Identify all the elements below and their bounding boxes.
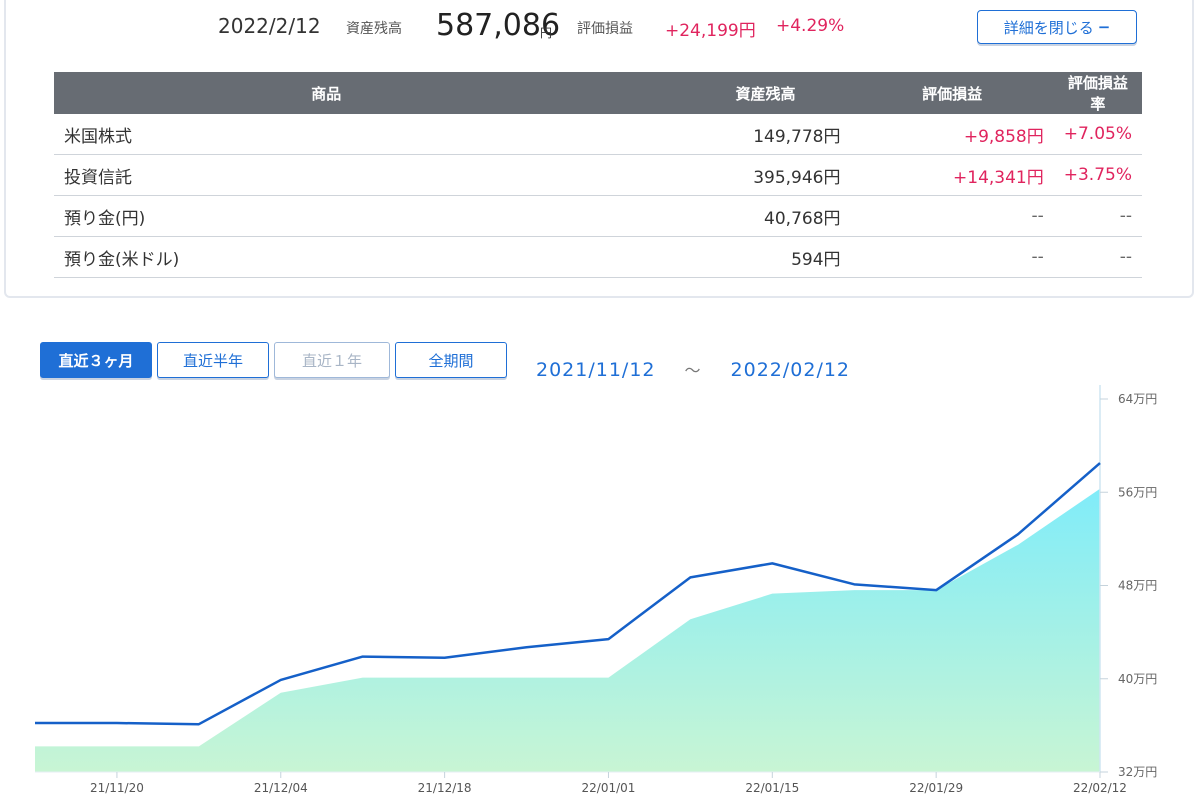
- row-pl-rate: +3.75%: [1053, 154, 1142, 196]
- period-tabs: 直近３ヶ月 直近半年 直近１年 全期間: [40, 342, 507, 378]
- x-tick-label: 21/11/20: [90, 781, 144, 795]
- balance-label: 資産残高: [346, 21, 402, 37]
- row-name: 預り金(米ドル): [54, 236, 549, 278]
- header-balance: 資産残高: [548, 72, 851, 114]
- x-tick-label: 21/12/18: [418, 781, 472, 795]
- header-pl: 評価損益: [850, 72, 1054, 114]
- row-pl: +14,341円: [850, 154, 1054, 196]
- row-pl-rate: +7.05%: [1053, 114, 1142, 155]
- summary-bar: 2022/2/12 資産残高 587,086 円 評価損益 +24,199円 +…: [0, 0, 1200, 56]
- row-pl: +9,858円: [850, 114, 1054, 155]
- minus-icon: −: [1097, 18, 1111, 36]
- asset-chart: 32万円 40万円 48万円 56万円 64万円 21/11/20 21/12/04 21/1…: [35, 385, 1157, 795]
- x-tick-label: 21/12/04: [254, 781, 308, 795]
- y-tick-label: 32万円: [1118, 765, 1157, 779]
- date-range: 2021/11/12 ～ 2022/02/12: [536, 357, 850, 381]
- header-pl-rate: 評価損益率: [1053, 72, 1142, 114]
- row-name: 預り金(円): [54, 195, 549, 237]
- range-from: 2021/11/12: [536, 359, 656, 381]
- x-tick-label: 22/01/15: [745, 781, 799, 795]
- pl-value: +24,199円: [665, 21, 756, 41]
- row-balance: 395,946円: [548, 154, 851, 196]
- row-pl-rate: --: [1053, 195, 1142, 237]
- row-pl: --: [850, 236, 1054, 278]
- y-tick-label: 48万円: [1118, 579, 1157, 593]
- table-row: 預り金(円) 40,768円 -- --: [54, 195, 1142, 237]
- row-pl-rate: --: [1053, 236, 1142, 278]
- tab-1-year: 直近１年: [274, 342, 390, 378]
- x-tick-label: 22/01/29: [909, 781, 963, 795]
- row-balance: 149,778円: [548, 114, 851, 155]
- balance-unit: 円: [540, 26, 553, 40]
- range-to: 2022/02/12: [730, 359, 851, 381]
- row-balance: 40,768円: [548, 195, 851, 237]
- row-name: 投資信託: [54, 154, 549, 196]
- row-name: 米国株式: [54, 114, 549, 155]
- area-series: [35, 488, 1100, 772]
- summary-date: 2022/2/12: [218, 14, 321, 38]
- table-row: 投資信託 395,946円 +14,341円 +3.75%: [54, 154, 1142, 196]
- table-row: 米国株式 149,778円 +9,858円 +7.05%: [54, 114, 1142, 155]
- tab-3-months[interactable]: 直近３ヶ月: [40, 342, 152, 378]
- table-row: 預り金(米ドル) 594円 -- --: [54, 236, 1142, 278]
- close-details-button[interactable]: 詳細を閉じる −: [977, 10, 1137, 44]
- y-tick-label: 56万円: [1118, 485, 1157, 499]
- header-product: 商品: [54, 72, 549, 114]
- y-tick-label: 64万円: [1118, 392, 1157, 406]
- row-balance: 594円: [548, 236, 851, 278]
- tab-6-months[interactable]: 直近半年: [157, 342, 269, 378]
- row-pl: --: [850, 195, 1054, 237]
- holdings-table: 商品 資産残高 評価損益 評価損益率 米国株式 149,778円 +9,858円…: [54, 72, 1142, 278]
- table-header-row: 商品 資産残高 評価損益 評価損益率: [54, 72, 1142, 114]
- range-separator: ～: [684, 361, 702, 380]
- x-tick-label: 22/02/12: [1073, 781, 1127, 795]
- pl-label: 評価損益: [577, 21, 633, 37]
- y-tick-label: 40万円: [1118, 672, 1157, 686]
- close-details-label: 詳細を閉じる: [1003, 18, 1094, 37]
- x-tick-label: 22/01/01: [582, 781, 636, 795]
- tab-all-period[interactable]: 全期間: [395, 342, 507, 378]
- pl-rate: +4.29%: [776, 16, 845, 36]
